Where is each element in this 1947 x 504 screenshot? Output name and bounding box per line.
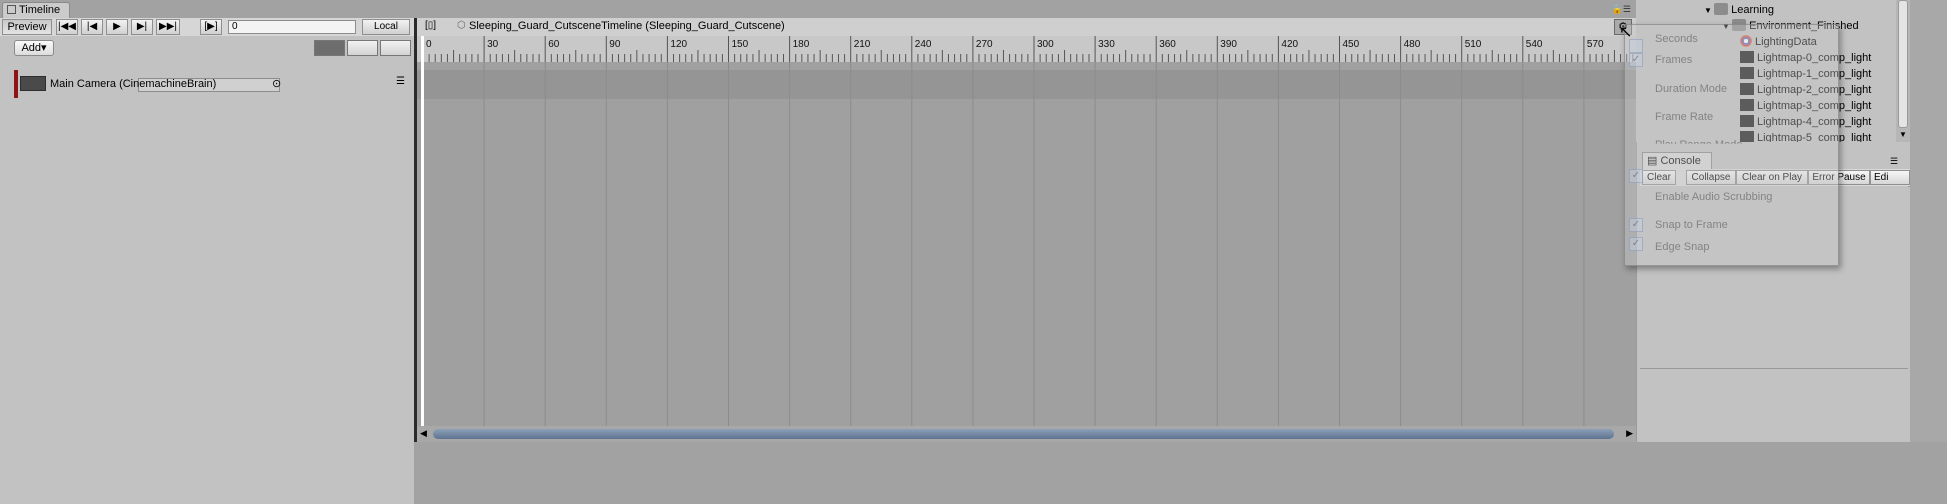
ruler-tick-label: 570 xyxy=(1587,39,1604,50)
menu-snap-to-frame[interactable]: Snap to Frame xyxy=(1655,219,1728,231)
next-frame-icon: ▶| xyxy=(136,21,148,32)
menu-duration-mode[interactable]: Duration Mode xyxy=(1655,83,1727,95)
menu-play-range-mode[interactable]: Play Range Mode xyxy=(1655,139,1742,144)
ruler-ticks: 0 30 60 90 120 150 180 210 240 270 300 330 360 390 420… xyxy=(422,36,1634,62)
frame-field[interactable]: 0 xyxy=(228,20,356,34)
ruler-tick-label: 240 xyxy=(915,39,932,50)
ruler-tick-label: 330 xyxy=(1098,39,1115,50)
snap-to-frame-check[interactable]: ✓ xyxy=(1629,218,1643,232)
ruler-tick-label: 210 xyxy=(854,39,871,50)
timeline-settings-menu: Seconds ✓ Frames Duration Mode Frame Rat… xyxy=(1624,24,1839,266)
track-color-bar xyxy=(14,70,18,98)
track-content-row[interactable] xyxy=(417,70,1636,99)
mix-mode-button[interactable] xyxy=(314,40,345,56)
ruler-tick-label: 540 xyxy=(1526,39,1543,50)
edge-snap-check[interactable]: ✓ xyxy=(1629,237,1643,251)
ruler-tick-label: 270 xyxy=(976,39,993,50)
track-menu-icon[interactable]: ☰ xyxy=(396,76,405,87)
menu-seconds[interactable]: Seconds xyxy=(1655,33,1698,45)
project-tree-item-label: Learning xyxy=(1731,4,1774,16)
ruler-tick-label: 60 xyxy=(548,39,560,50)
ruler-tick-label: 420 xyxy=(1281,39,1298,50)
playhead[interactable] xyxy=(421,36,424,426)
project-vertical-scrollbar[interactable]: ▼ xyxy=(1896,0,1910,142)
frames-check[interactable]: ✓ xyxy=(1629,53,1643,67)
goto-start-icon: |◀◀ xyxy=(58,21,76,32)
timeline-asset-icon: ⬡ xyxy=(457,20,466,31)
playback-toolbar: Preview |◀◀ |◀ ▶ ▶| ▶▶| [▶] 0 Local xyxy=(0,18,414,37)
ruler-tick-label: 480 xyxy=(1404,39,1421,50)
track-list xyxy=(0,62,414,504)
ruler-tick-label: 120 xyxy=(670,39,687,50)
menu-enable-audio-scrubbing[interactable]: Enable Audio Scrubbing xyxy=(1655,191,1772,203)
ruler-tick-label: 90 xyxy=(609,39,621,50)
console-menu-icon[interactable]: ☰ xyxy=(1890,156,1898,167)
object-picker-icon[interactable]: ⊙ xyxy=(272,77,281,90)
track-name: Main Camera (CinemachineBrain) xyxy=(50,78,217,90)
horizontal-scrollbar[interactable]: ◀ ▶ xyxy=(417,426,1636,442)
timeline-tab-label: Timeline xyxy=(19,4,61,16)
menu-edge-snap[interactable]: Edge Snap xyxy=(1655,241,1709,253)
ruler-tick-label: 450 xyxy=(1343,39,1360,50)
play-icon: ▶ xyxy=(113,21,121,32)
timeline-window-tab[interactable]: Timeline xyxy=(2,2,70,18)
ripple-mode-button[interactable] xyxy=(347,40,378,56)
replace-mode-button[interactable] xyxy=(380,40,411,56)
breadcrumb[interactable]: Sleeping_Guard_CutsceneTimeline (Sleepin… xyxy=(469,20,785,32)
camera-track-icon xyxy=(20,76,46,91)
local-button[interactable]: Local xyxy=(362,19,410,35)
timeline-icon xyxy=(7,5,16,14)
audio-scrubbing-check[interactable]: ✓ xyxy=(1629,169,1643,183)
time-ruler[interactable]: 0 30 60 90 120 150 180 210 240 270 300 330 360 390 420… xyxy=(417,36,1636,63)
scroll-down-icon[interactable]: ▼ xyxy=(1899,130,1907,139)
play-range-button[interactable]: [▶] xyxy=(200,19,222,35)
previous-frame-icon: |◀ xyxy=(86,21,98,32)
window-tab-strip xyxy=(0,0,1640,18)
console-editor-button[interactable]: Edi xyxy=(1870,170,1910,185)
ruler-tick-label: 30 xyxy=(487,39,499,50)
project-scroll-thumb[interactable] xyxy=(1898,0,1908,128)
next-frame-button[interactable]: ▶| xyxy=(131,19,153,35)
goto-end-button[interactable]: ▶▶| xyxy=(156,19,180,35)
timeline-header: [▯] ⬡ Sleeping_Guard_CutsceneTimeline (S… xyxy=(417,18,1636,37)
ruler-tick-label: 390 xyxy=(1220,39,1237,50)
preview-button[interactable]: Preview xyxy=(2,19,52,35)
goto-start-button[interactable]: |◀◀ xyxy=(56,19,78,35)
cinemachine-track-row[interactable]: Main Camera (CinemachineBrain) ⊙ ☰ xyxy=(14,70,412,98)
timeline-clip-area[interactable] xyxy=(417,62,1636,426)
scrollbar-thumb[interactable] xyxy=(433,429,1614,439)
menu-frame-rate[interactable]: Frame Rate xyxy=(1655,111,1713,123)
window-lock-menu-icons[interactable]: 🔒☰ xyxy=(1612,4,1631,15)
track-header-bar: Add▾ xyxy=(0,36,414,63)
ruler-tick-label: 360 xyxy=(1159,39,1176,50)
project-tree-item[interactable]: ▼ Learning xyxy=(1640,2,1774,18)
mouse-cursor-icon: ↖ xyxy=(1619,24,1633,41)
goto-end-icon: ▶▶| xyxy=(159,21,177,32)
play-range-icon: [▶] xyxy=(204,21,218,32)
clip-toggle-icon[interactable]: [▯] xyxy=(425,20,436,31)
play-button[interactable]: ▶ xyxy=(106,19,128,35)
ruler-tick-label: 150 xyxy=(732,39,749,50)
folder-icon xyxy=(1714,3,1729,15)
scroll-left-icon[interactable]: ◀ xyxy=(420,428,427,439)
scroll-right-icon[interactable]: ▶ xyxy=(1626,428,1633,439)
ruler-tick-label: 180 xyxy=(793,39,810,50)
ruler-tick-label: 510 xyxy=(1465,39,1482,50)
timeline-grid xyxy=(417,62,1636,426)
previous-frame-button[interactable]: |◀ xyxy=(81,19,103,35)
menu-frames[interactable]: Frames xyxy=(1655,54,1692,66)
ruler-tick-label: 0 xyxy=(426,39,432,50)
ruler-tick-label: 300 xyxy=(1037,39,1054,50)
add-track-button[interactable]: Add▾ xyxy=(14,40,54,56)
expand-arrow-icon[interactable]: ▼ xyxy=(1704,6,1714,15)
right-edge-panel xyxy=(1910,0,1947,442)
